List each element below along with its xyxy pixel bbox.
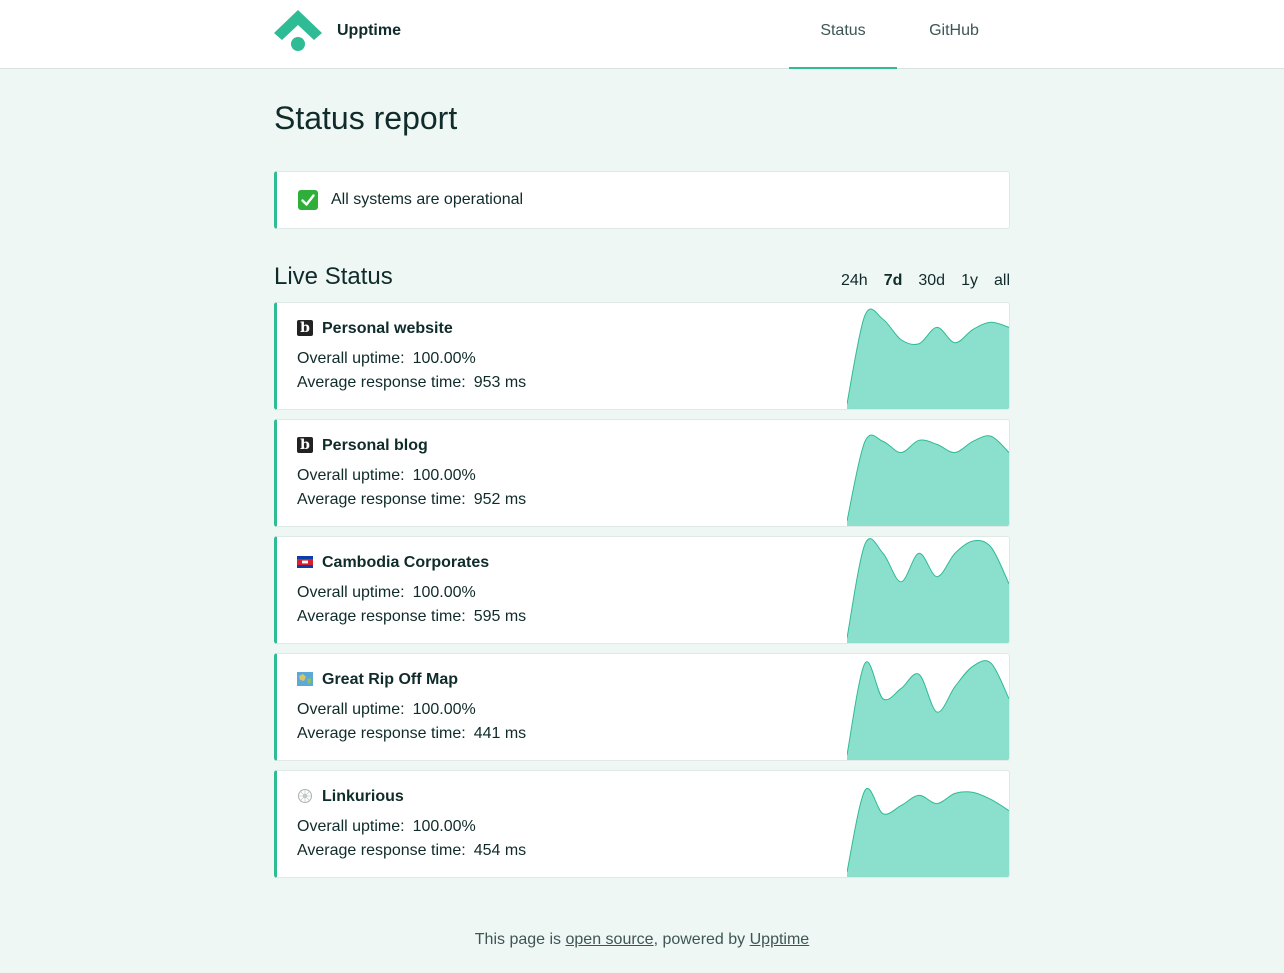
site-card[interactable]: Cambodia Corporates Overall uptime: 100.0… (274, 536, 1010, 644)
response-label: Average response time: (297, 842, 466, 859)
uptime-row: Overall uptime: 100.00% (297, 584, 476, 602)
uptime-label: Overall uptime: (297, 350, 405, 367)
response-row: Average response time: 454 ms (297, 842, 526, 860)
overall-status-banner: All systems are operational (274, 171, 1010, 229)
response-row: Average response time: 953 ms (297, 374, 526, 392)
footer-prefix: This page is (474, 931, 562, 948)
uptime-value: 100.00% (412, 701, 476, 718)
uptime-value: 100.00% (412, 350, 476, 367)
uptime-row: Overall uptime: 100.00% (297, 350, 476, 368)
range-all[interactable]: all (994, 272, 1010, 290)
check-mark-icon (298, 190, 318, 210)
response-label: Average response time: (297, 491, 466, 508)
uptime-label: Overall uptime: (297, 818, 405, 835)
range-24h[interactable]: 24h (841, 272, 868, 290)
response-value: 952 ms (473, 491, 527, 508)
range-7d[interactable]: 7d (884, 272, 903, 290)
uptime-label: Overall uptime: (297, 701, 405, 718)
site-card[interactable]: b Personal blog Overall uptime: 100.00% A… (274, 419, 1010, 527)
site-status-list: b Personal website Overall uptime: 100.00… (274, 302, 1010, 887)
site-name: Personal blog (322, 437, 428, 454)
overall-status-text: All systems are operational (331, 191, 524, 208)
response-time-sparkline (847, 787, 1009, 877)
uptime-row: Overall uptime: 100.00% (297, 467, 476, 485)
response-value: 441 ms (473, 725, 527, 742)
top-navbar: Upptime Status GitHub (0, 0, 1284, 69)
response-time-sparkline (847, 308, 1009, 409)
response-value: 595 ms (473, 608, 527, 625)
uptime-label: Overall uptime: (297, 584, 405, 601)
response-value: 953 ms (473, 374, 527, 391)
uptime-value: 100.00% (412, 818, 476, 835)
nav-tab-github[interactable]: GitHub (910, 0, 998, 69)
response-time-sparkline (847, 434, 1009, 526)
live-status-heading: Live Status (274, 263, 393, 290)
uptime-row: Overall uptime: 100.00% (297, 701, 476, 719)
response-time-sparkline (847, 538, 1009, 643)
response-label: Average response time: (297, 725, 466, 742)
b-letter-icon: b (297, 437, 313, 453)
uptime-value: 100.00% (412, 467, 476, 484)
map-icon (297, 671, 313, 687)
uptime-value: 100.00% (412, 584, 476, 601)
response-time-sparkline (847, 660, 1009, 760)
response-value: 454 ms (473, 842, 527, 859)
b-letter-icon: b (297, 320, 313, 336)
footer-middle: , powered by (653, 931, 746, 948)
cambodia-flag-icon (297, 554, 313, 570)
range-1y[interactable]: 1y (961, 272, 978, 290)
site-card[interactable]: Great Rip Off Map Overall uptime: 100.00%… (274, 653, 1010, 761)
upptime-logo-icon[interactable] (274, 10, 322, 52)
sparkline-area (847, 538, 1009, 643)
uptime-row: Overall uptime: 100.00% (297, 818, 476, 836)
site-name: Personal website (322, 320, 453, 337)
response-label: Average response time: (297, 374, 466, 391)
range-30d[interactable]: 30d (918, 272, 945, 290)
nav-tab-status[interactable]: Status (789, 0, 897, 69)
brand-name[interactable]: Upptime (337, 22, 401, 40)
site-card[interactable]: Linkurious Overall uptime: 100.00% Averag… (274, 770, 1010, 878)
page-title: Status report (274, 100, 458, 136)
site-name: Great Rip Off Map (322, 671, 459, 688)
site-name: Cambodia Corporates (322, 554, 490, 571)
time-range-selector: 24h 7d 30d 1y all (841, 272, 1010, 290)
upptime-link[interactable]: Upptime (750, 931, 810, 948)
site-name: Linkurious (322, 788, 404, 805)
response-row: Average response time: 952 ms (297, 491, 526, 509)
response-row: Average response time: 595 ms (297, 608, 526, 626)
uptime-label: Overall uptime: (297, 467, 405, 484)
graph-network-icon (297, 788, 313, 804)
sparkline-area (847, 788, 1009, 877)
response-label: Average response time: (297, 608, 466, 625)
site-card[interactable]: b Personal website Overall uptime: 100.00… (274, 302, 1010, 410)
sparkline-area (847, 435, 1009, 526)
response-row: Average response time: 441 ms (297, 725, 526, 743)
page-footer: This page is open source, powered by Upp… (0, 931, 1284, 949)
open-source-link[interactable]: open source (566, 931, 654, 948)
sparkline-area (847, 660, 1009, 760)
